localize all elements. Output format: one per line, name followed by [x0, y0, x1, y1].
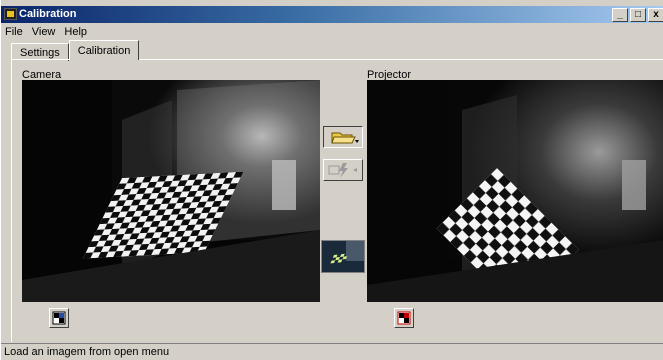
open-image-button[interactable]: [323, 126, 363, 148]
tab-calibration[interactable]: Calibration: [68, 40, 140, 60]
app-icon: [4, 8, 17, 20]
open-folder-icon: [331, 132, 359, 144]
tab-strip: Settings Calibration: [11, 40, 140, 61]
camera-pattern-button[interactable]: [49, 308, 69, 328]
maximize-button[interactable]: □: [630, 8, 646, 22]
camera-image[interactable]: [22, 80, 320, 302]
menu-view[interactable]: View: [28, 24, 61, 40]
checker-pattern-icon: [397, 311, 411, 325]
status-bar: Load an imagem from open menu: [1, 343, 663, 360]
title-bar[interactable]: Calibration _ □ x: [1, 6, 663, 23]
window-controls: _ □ x: [612, 8, 663, 22]
camera-flash-icon: [328, 163, 357, 178]
calibration-window: Calibration _ □ x File View Help Setting…: [0, 0, 663, 360]
status-text: Load an imagem from open menu: [4, 346, 170, 358]
capture-button[interactable]: [323, 159, 363, 181]
projector-image[interactable]: [367, 80, 663, 302]
minimize-button[interactable]: _: [612, 8, 628, 22]
menu-file[interactable]: File: [1, 24, 28, 40]
preview-thumbnail[interactable]: [321, 240, 365, 273]
menu-bar: File View Help: [1, 24, 92, 40]
projector-pattern-button[interactable]: [394, 308, 414, 328]
window-title: Calibration: [19, 8, 77, 20]
checker-pattern-icon: [52, 311, 66, 325]
close-button[interactable]: x: [648, 8, 663, 22]
menu-help[interactable]: Help: [60, 24, 92, 40]
